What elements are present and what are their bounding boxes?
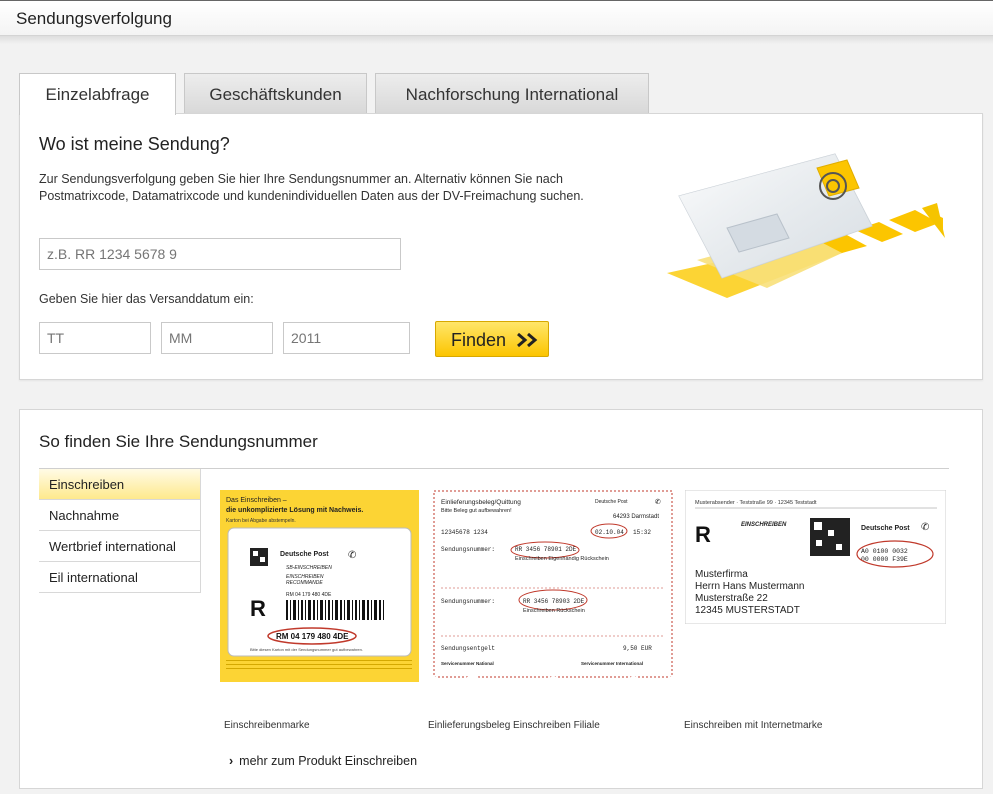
- posthorn-icon: ✆: [655, 499, 661, 506]
- tab-nachforschung-international[interactable]: Nachforschung International: [375, 73, 649, 114]
- page-title: Sendungsverfolgung: [16, 9, 172, 28]
- more-product-link[interactable]: › mehr zum Produkt Einschreiben: [229, 754, 417, 768]
- beleg-time: 15:32: [633, 529, 651, 536]
- tracking-number-input[interactable]: [39, 238, 401, 270]
- imarke-addr4: 12345 MUSTERSTADT: [695, 605, 800, 616]
- beleg-fee: 9,50 EUR: [623, 645, 652, 652]
- beleg-date: 02.10.04: [595, 529, 624, 536]
- imarke-code2: 00 0000 F39E: [861, 556, 908, 563]
- marke-header-line2: die unkomplizierte Lösung mit Nachweis.: [226, 507, 363, 514]
- beleg-num1: RR 3456 78901 2DE: [515, 546, 577, 553]
- posthorn-icon: ✆: [348, 550, 356, 561]
- find-button[interactable]: Finden: [435, 321, 549, 357]
- posthorn-icon: ✆: [921, 522, 929, 533]
- beleg-type1: Einschreiben Eigenhändig Rückschein: [515, 556, 609, 562]
- search-intro: Zur Sendungsverfolgung geben Sie hier Ih…: [39, 172, 584, 203]
- caption-einlieferungsbeleg: Einlieferungsbeleg Einschreiben Filiale: [428, 720, 600, 731]
- chevron-right-icon: ›: [229, 754, 234, 768]
- beleg-ids: 12345678 1234: [441, 529, 488, 536]
- imarke-addr3: Musterstraße 22: [695, 593, 768, 604]
- imarke-letter: R: [695, 522, 711, 547]
- product-nav: Einschreiben Nachnahme Wertbrief interna…: [39, 469, 200, 593]
- tab-einzelabfrage[interactable]: Einzelabfrage: [19, 73, 176, 115]
- beleg-type2: Einschreiben Rückschein: [523, 608, 585, 614]
- double-chevron-right-icon: [517, 332, 538, 348]
- beleg-title1: Einlieferungsbeleg/Quittung: [441, 499, 521, 506]
- imarke-brand: Deutsche Post: [861, 525, 910, 532]
- internetmarke-example: Musterabsender · Teststraße 99 · 12345 T…: [685, 490, 946, 624]
- marke-matrix-code: [250, 548, 268, 566]
- nav-item-nachnahme[interactable]: Nachnahme: [39, 500, 200, 531]
- envelope-illustration: [667, 153, 945, 298]
- beleg-fee-label: Sendungsentgelt: [441, 645, 495, 652]
- caption-internetmarke: Einschreiben mit Internetmarke: [684, 720, 823, 731]
- marke-label3: RECOMMANDE: [286, 580, 323, 586]
- beleg-svc-int: Servicenummer International: [581, 661, 643, 666]
- imarke-addr1: Musterfirma: [695, 569, 748, 580]
- beleg-place: 64293 Darmstadt: [613, 514, 659, 520]
- find-button-label: Finden: [451, 330, 507, 350]
- search-heading: Wo ist meine Sendung?: [39, 134, 230, 154]
- nav-item-einschreiben[interactable]: Einschreiben: [39, 469, 200, 500]
- page-header: Sendungsverfolgung: [0, 0, 993, 36]
- beleg-num2: RR 3456 78903 2DE: [523, 598, 585, 605]
- marke-letter: R: [250, 596, 266, 621]
- day-input[interactable]: [39, 322, 151, 354]
- imarke-addr2: Herrn Hans Mustermann: [695, 581, 804, 592]
- search-panel: Wo ist meine Sendung? Zur Sendungsverfol…: [19, 113, 983, 380]
- marke-footer: Bitte diesen Karton mit der Sendungsnumm…: [250, 647, 363, 652]
- einlieferungsbeleg-example: Einlieferungsbeleg/Quittung Bitte Beleg …: [433, 490, 673, 686]
- date-label: Geben Sie hier das Versanddatum ein:: [39, 292, 254, 306]
- marke-sub: Karton bei Abgabe abstempeln.: [226, 518, 296, 524]
- nav-divider: [200, 469, 201, 593]
- imarke-sender: Musterabsender · Teststraße 99 · 12345 T…: [695, 500, 817, 506]
- marke-header-line1: Das Einschreiben –: [226, 497, 287, 504]
- nav-item-eil-international[interactable]: Eil international: [39, 562, 200, 593]
- howto-heading: So finden Sie Ihre Sendungsnummer: [39, 432, 318, 451]
- marke-code-small: RM 04 179 480 4DE: [286, 592, 332, 598]
- more-product-link-label: mehr zum Produkt Einschreiben: [239, 754, 418, 768]
- marke-label1: SB-EINSCHREIBEN: [286, 565, 332, 571]
- header-shadow: [0, 36, 993, 44]
- beleg-svc-nat: Servicenummer National: [441, 661, 494, 666]
- imarke-code1: A0 0100 0032: [861, 548, 908, 555]
- beleg-brand: Deutsche Post: [595, 499, 628, 505]
- marke-code-big: RM 04 179 480 4DE: [276, 632, 349, 641]
- marke-brand: Deutsche Post: [280, 551, 329, 558]
- year-input[interactable]: [283, 322, 410, 354]
- month-input[interactable]: [161, 322, 273, 354]
- tab-geschaeftskunden[interactable]: Geschäftskunden: [184, 73, 367, 114]
- howto-panel: So finden Sie Ihre Sendungsnummer Einsch…: [19, 409, 983, 789]
- imarke-label: EINSCHREIBEN: [741, 522, 787, 528]
- beleg-row-label-2: Sendungsnummer:: [441, 598, 495, 605]
- beleg-title2: Bitte Beleg gut aufbewahren!: [441, 508, 512, 514]
- caption-einschreibenmarke: Einschreibenmarke: [224, 720, 310, 731]
- nav-item-wertbrief-international[interactable]: Wertbrief international: [39, 531, 200, 562]
- beleg-row-label-1: Sendungsnummer:: [441, 546, 495, 553]
- einschreibenmarke-example: Das Einschreiben – die unkomplizierte Lö…: [220, 490, 419, 682]
